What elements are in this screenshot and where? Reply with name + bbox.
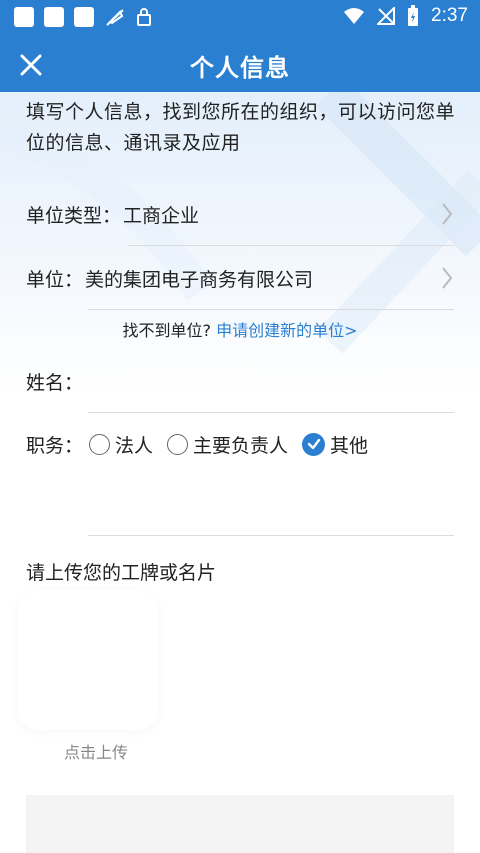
divider: [128, 245, 454, 246]
org-type-label: 单位类型：: [26, 204, 122, 227]
upload-button-label[interactable]: 点击上传: [64, 739, 128, 763]
radio-checked-icon: [302, 432, 326, 456]
divider: [88, 412, 454, 413]
chevron-right-icon: [442, 203, 453, 225]
notification-icon: [14, 7, 34, 27]
org-type-value: 工商企业: [123, 204, 200, 227]
org-not-found: 找不到单位? 申请创建新的单位>: [0, 317, 480, 341]
chevron-right-icon: [442, 267, 453, 289]
battery-icon: [408, 5, 419, 26]
org-row[interactable]: 单位： 美的集团电子商务有限公司: [26, 263, 458, 293]
notification-icon: [74, 7, 94, 27]
radio-label: 法人: [115, 434, 154, 457]
lock-icon: [137, 8, 151, 26]
org-type-row[interactable]: 单位类型： 工商企业: [26, 199, 458, 229]
title-bar: 个人信息: [0, 36, 480, 92]
name-input[interactable]: [89, 369, 434, 393]
radio-option-legal-person[interactable]: 法人: [89, 431, 153, 458]
position-row: 职务： 法人 主要负责人 其他: [26, 429, 458, 459]
bottom-panel: [26, 795, 454, 853]
radio-option-principal[interactable]: 主要负责人: [167, 431, 288, 458]
position-radio-group: 法人 主要负责人 其他: [89, 431, 382, 458]
name-label: 姓名：: [26, 371, 84, 394]
org-label: 单位：: [26, 268, 84, 291]
notification-icon: [44, 7, 64, 27]
radio-label: 其他: [330, 434, 369, 457]
feather-icon: [106, 9, 124, 26]
divider: [88, 309, 454, 310]
status-time: 2:37: [431, 5, 468, 26]
no-signal-icon: [377, 7, 396, 25]
radio-unchecked-icon: [167, 433, 189, 455]
org-value: 美的集团电子商务有限公司: [85, 268, 314, 291]
upload-title: 请上传您的工牌或名片: [26, 562, 217, 584]
divider: [88, 535, 454, 536]
radio-unchecked-icon: [89, 433, 111, 455]
status-indicators: 2:37: [343, 5, 468, 27]
wifi-icon: [344, 8, 365, 24]
radio-label: 主要负责人: [193, 434, 289, 457]
not-found-text: 找不到单位?: [122, 321, 211, 340]
position-label: 职务：: [26, 434, 84, 457]
name-row: 姓名：: [26, 366, 458, 396]
radio-option-other[interactable]: 其他: [302, 431, 368, 458]
checkmark-icon: [307, 438, 320, 450]
status-notifications: [14, 7, 152, 27]
status-bar: 2:37: [0, 0, 480, 36]
create-org-link[interactable]: 申请创建新的单位>: [216, 321, 357, 340]
intro-text: 填写个人信息，找到您所在的组织，可以访问您单位的信息、通讯录及应用: [26, 101, 456, 154]
page-title: 个人信息: [190, 54, 290, 82]
upload-area[interactable]: [18, 590, 158, 730]
